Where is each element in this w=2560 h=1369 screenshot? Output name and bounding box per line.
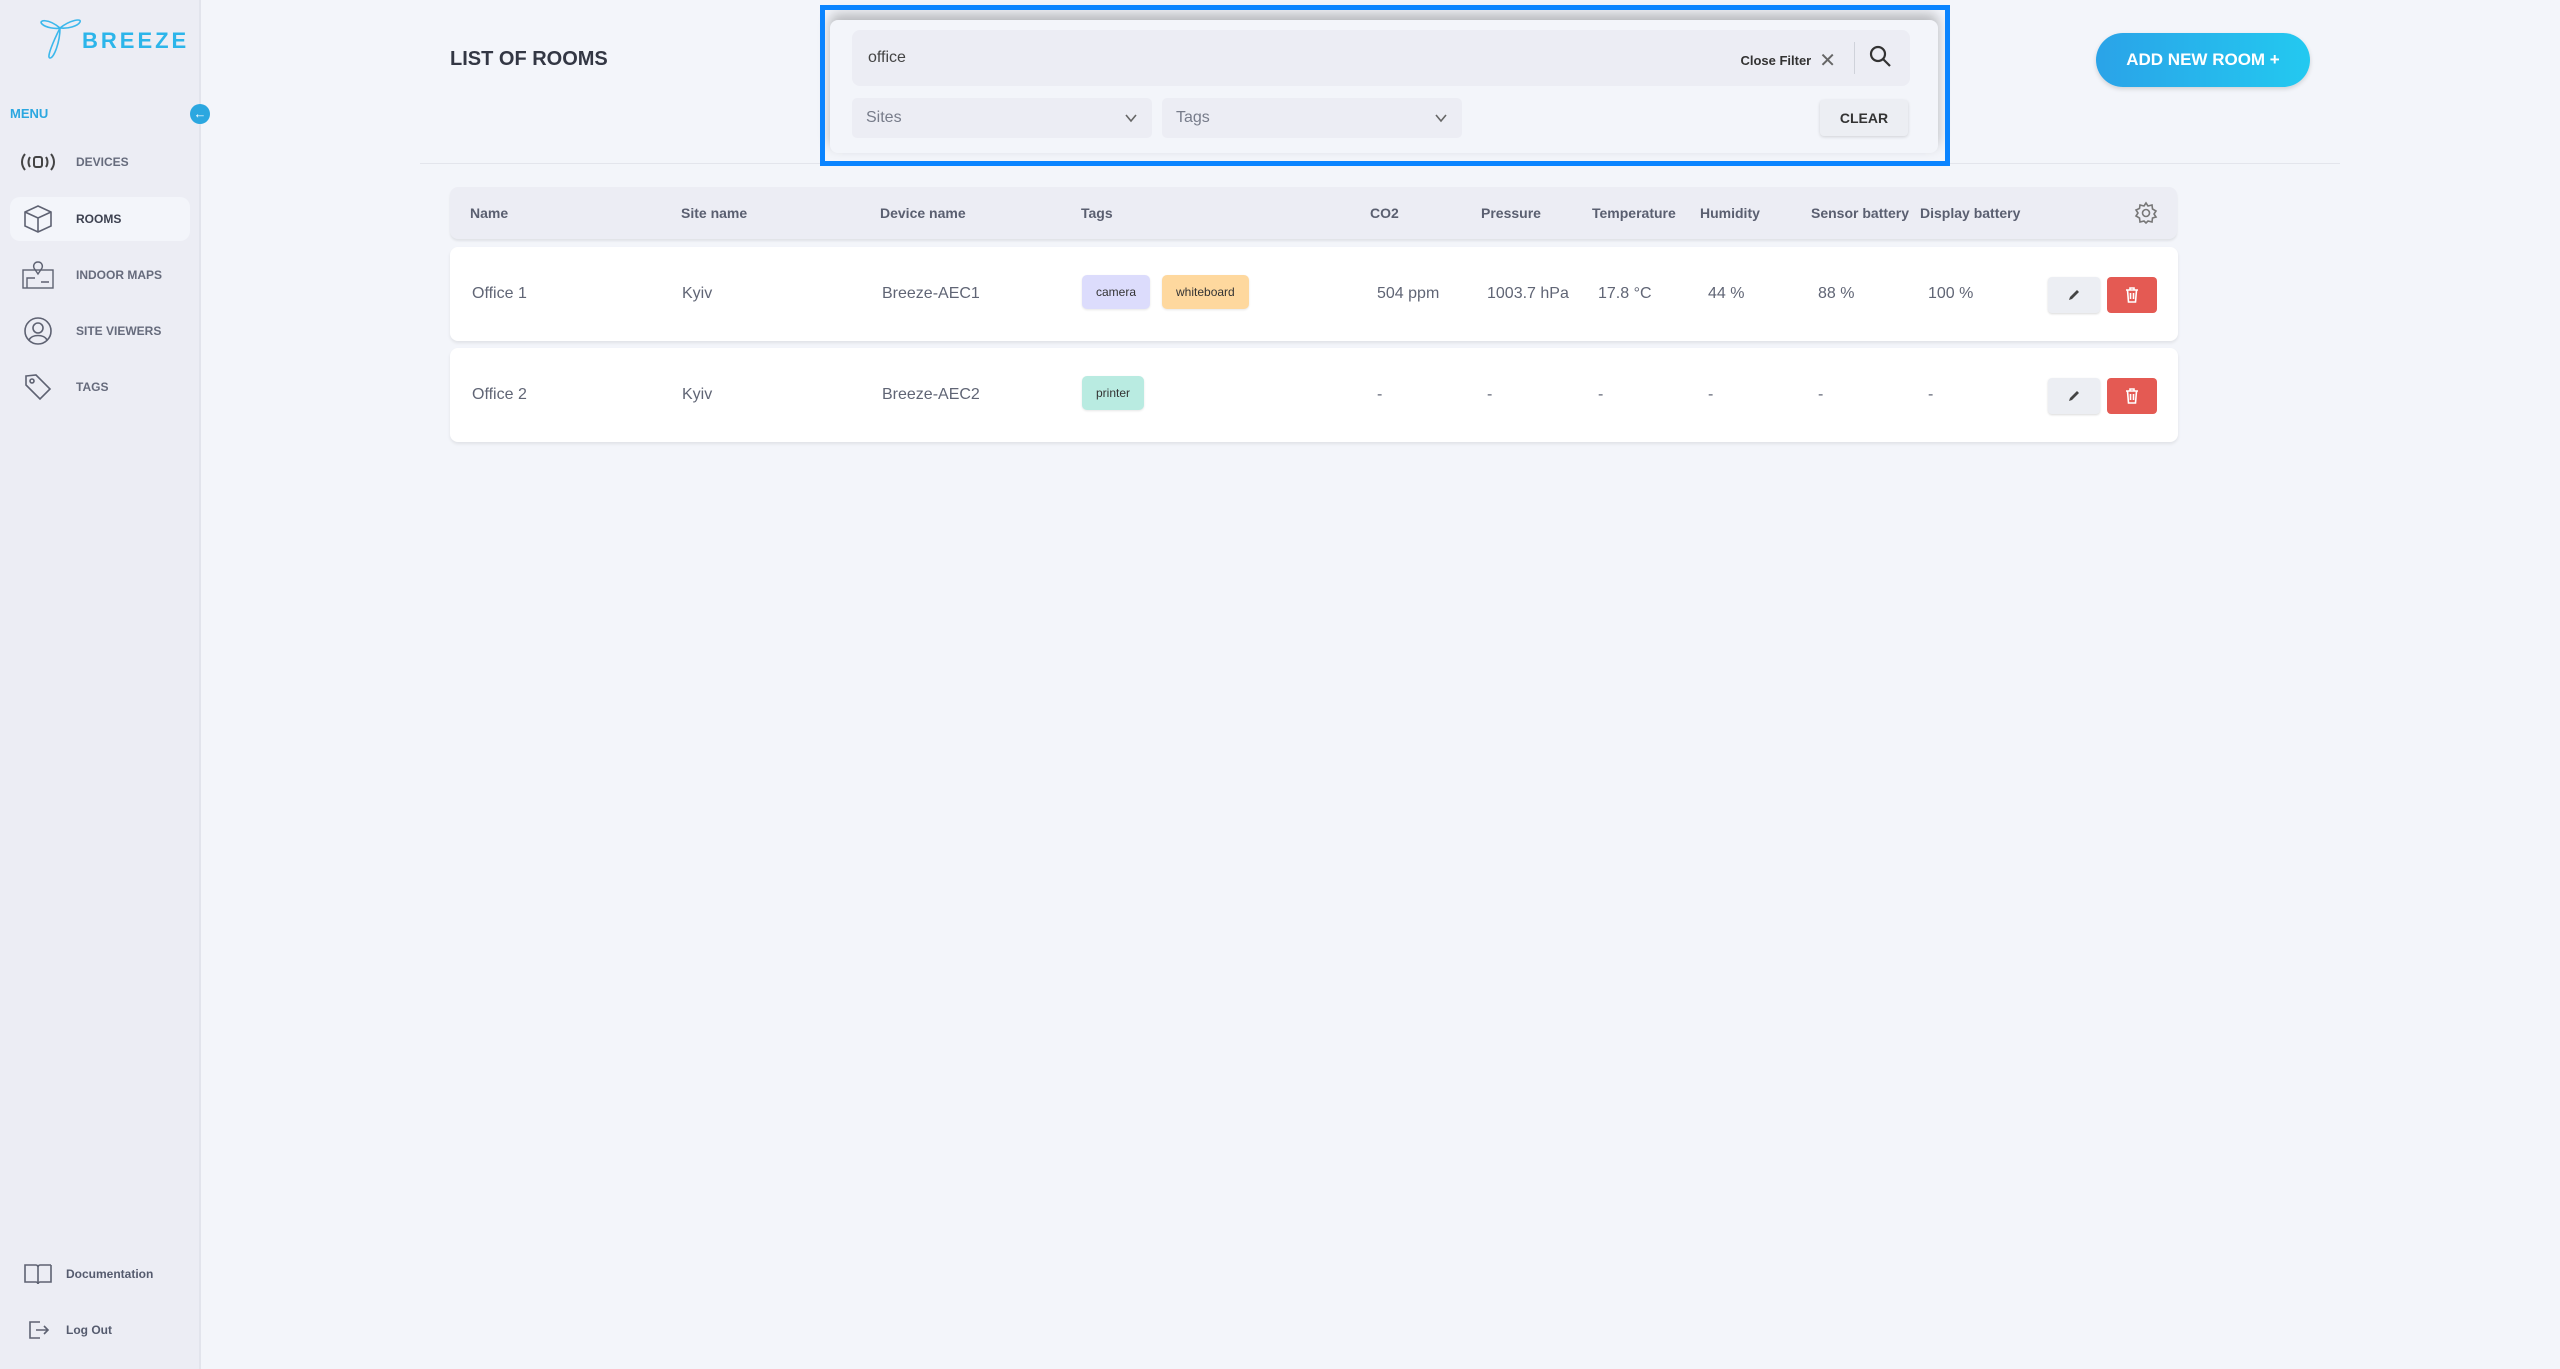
edit-button[interactable] (2048, 378, 2100, 414)
sidebar-item-rooms[interactable]: ROOMS (10, 197, 190, 241)
page-title: LIST OF ROOMS (450, 48, 608, 70)
delete-button[interactable] (2107, 277, 2157, 313)
search-icon[interactable] (1868, 44, 1894, 70)
sidebar-item-label: ROOMS (76, 212, 122, 226)
cell-humidity: - (1708, 386, 1714, 403)
logo-text: BREEZE (82, 28, 190, 53)
search-bar: Close Filter ✕ (852, 30, 1910, 86)
search-input[interactable] (868, 30, 1668, 86)
cell-site: Kyiv (682, 285, 713, 302)
clear-button[interactable]: CLEAR (1820, 100, 1908, 136)
map-pin-icon (20, 260, 56, 290)
broadcast-icon (20, 147, 56, 177)
trash-icon (2126, 287, 2138, 303)
cell-sensor-battery: 88 % (1818, 285, 1855, 302)
tag-badge: printer (1082, 376, 1145, 410)
chevron-down-icon (1125, 114, 1137, 123)
close-icon: ✕ (1819, 50, 1836, 72)
header-device-name[interactable]: Device name (880, 205, 966, 221)
header-site-name[interactable]: Site name (681, 205, 747, 221)
cell-device: Breeze-AEC1 (882, 285, 980, 302)
cell-display-battery: 100 % (1928, 285, 1974, 302)
close-filter-button[interactable]: Close Filter ✕ (1740, 48, 1836, 73)
search-separator (1854, 42, 1855, 74)
sidebar-item-devices[interactable]: DEVICES (10, 140, 190, 184)
cell-co2: - (1377, 386, 1383, 403)
delete-button[interactable] (2107, 378, 2157, 414)
trash-icon (2126, 388, 2138, 404)
logout-link[interactable]: Log Out (20, 1318, 112, 1342)
documentation-label: Documentation (66, 1267, 154, 1281)
cell-pressure: 1003.7 hPa (1487, 285, 1569, 302)
cell-pressure: - (1487, 386, 1493, 403)
breeze-logo-icon (40, 19, 81, 59)
cell-temperature: - (1598, 386, 1604, 403)
header-pressure[interactable]: Pressure (1481, 205, 1541, 221)
sidebar-item-site-viewers[interactable]: SITE VIEWERS (10, 309, 190, 353)
cube-icon (20, 204, 56, 234)
table-header: Name Site name Device name Tags CO2 Pres… (450, 187, 2177, 239)
table-row[interactable]: Office 2 Kyiv Breeze-AEC2 printer - - - … (450, 348, 2178, 442)
tag-badge: camera (1082, 275, 1151, 309)
cell-device: Breeze-AEC2 (882, 386, 980, 403)
header-temperature[interactable]: Temperature (1592, 205, 1676, 221)
cell-name: Office 1 (472, 285, 527, 302)
documentation-link[interactable]: Documentation (20, 1262, 153, 1286)
pencil-icon (2069, 290, 2079, 300)
sidebar: BREEZE MENU ← DEVICES ROOMS INDOOR MAPS … (0, 0, 210, 1369)
sidebar-item-label: SITE VIEWERS (76, 324, 162, 338)
pencil-icon (2069, 391, 2079, 401)
sidebar-item-indoor-maps[interactable]: INDOOR MAPS (10, 253, 190, 297)
logo[interactable]: BREEZE (38, 14, 189, 62)
logout-icon (20, 1318, 56, 1342)
arrow-left-icon: ← (193, 106, 207, 121)
close-filter-label: Close Filter (1740, 53, 1812, 68)
sites-select[interactable]: Sites (852, 98, 1152, 138)
header-humidity[interactable]: Humidity (1700, 205, 1760, 221)
logout-label: Log Out (66, 1323, 112, 1337)
edit-button[interactable] (2048, 277, 2100, 313)
cell-humidity: 44 % (1708, 285, 1745, 302)
header-display-battery[interactable]: Display battery (1920, 205, 2020, 221)
sidebar-item-label: INDOOR MAPS (76, 268, 163, 282)
tag-badge: whiteboard (1162, 275, 1249, 309)
table-row[interactable]: Office 1 Kyiv Breeze-AEC1 camera whitebo… (450, 247, 2178, 341)
cell-co2: 504 ppm (1377, 285, 1440, 302)
header-sensor-battery[interactable]: Sensor battery (1811, 205, 1909, 221)
user-circle-icon (20, 316, 56, 346)
tags-placeholder: Tags (1176, 109, 1210, 126)
chevron-down-icon (1435, 114, 1447, 123)
tags-select[interactable]: Tags (1162, 98, 1462, 138)
cell-display-battery: - (1928, 386, 1934, 403)
sidebar-item-label: TAGS (76, 380, 109, 394)
add-new-room-button[interactable]: ADD NEW ROOM + (2096, 33, 2310, 87)
sidebar-item-tags[interactable]: TAGS (10, 365, 190, 409)
tag-icon (20, 372, 56, 402)
header-co2[interactable]: CO2 (1370, 205, 1399, 221)
menu-label: MENU (10, 106, 49, 121)
header-name[interactable]: Name (470, 205, 508, 221)
gear-icon[interactable] (2134, 201, 2158, 225)
cell-site: Kyiv (682, 386, 713, 403)
cell-name: Office 2 (472, 386, 527, 403)
header-tags[interactable]: Tags (1081, 205, 1113, 221)
collapse-sidebar-button[interactable]: ← (190, 104, 210, 124)
book-icon (20, 1262, 56, 1286)
sites-placeholder: Sites (866, 109, 902, 126)
sidebar-item-label: DEVICES (76, 155, 129, 169)
cell-sensor-battery: - (1818, 386, 1824, 403)
cell-temperature: 17.8 °C (1598, 285, 1652, 302)
